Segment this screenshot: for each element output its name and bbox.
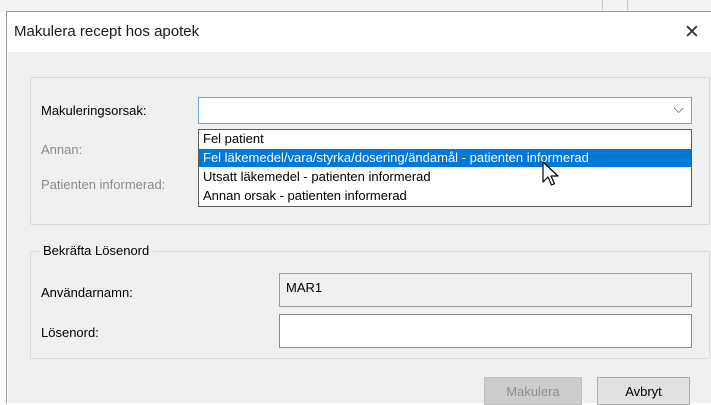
reason-dropdown-list: Fel patient Fel läkemedel/vara/styrka/do… (198, 129, 692, 207)
username-label: Användarnamn: (41, 285, 133, 300)
confirm-password-legend: Bekräfta Lösenord (39, 243, 154, 258)
chevron-down-icon[interactable]: ⌵ (673, 101, 684, 117)
dialog-title: Makulera recept hos apotek (14, 23, 200, 40)
password-field[interactable] (279, 314, 692, 348)
close-icon[interactable]: ✕ (678, 18, 706, 46)
mouse-pointer-icon (542, 161, 559, 186)
reason-option-selected[interactable]: Fel läkemedel/vara/styrka/dosering/ändam… (199, 149, 691, 167)
password-label: Lösenord: (41, 325, 99, 340)
username-value: MAR1 (286, 280, 323, 295)
dialog-body: Makuleringsorsak: ⌵ Annan: Patienten inf… (8, 52, 711, 405)
makulera-dialog: Makulera recept hos apotek ✕ Makulerings… (6, 11, 711, 405)
reason-option[interactable]: Annan orsak - patienten informerad (199, 187, 691, 205)
informed-label: Patienten informerad: (41, 177, 166, 192)
other-label: Annan: (41, 142, 83, 157)
reason-option[interactable]: Utsatt läkemedel - patienten informerad (199, 168, 691, 186)
reason-option[interactable]: Fel patient (199, 130, 691, 148)
reason-combobox[interactable]: ⌵ (198, 97, 692, 124)
makulera-button[interactable]: Makulera (484, 377, 582, 405)
reason-label: Makuleringsorsak: (41, 103, 147, 118)
avbryt-button[interactable]: Avbryt (597, 377, 690, 405)
username-field: MAR1 (279, 273, 692, 307)
